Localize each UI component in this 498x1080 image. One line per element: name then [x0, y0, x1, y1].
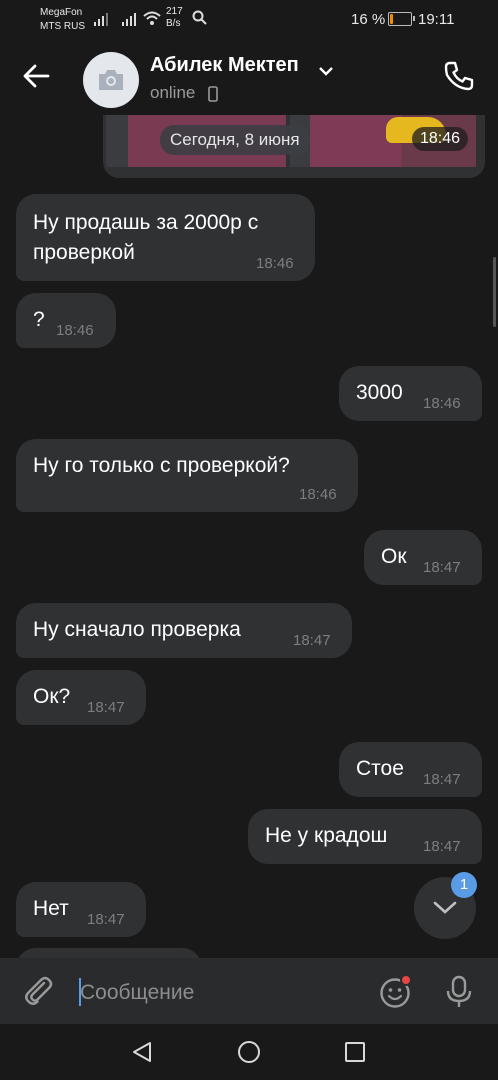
message-time: 18:46 — [423, 395, 461, 412]
sticker-icon[interactable] — [379, 975, 413, 1009]
message-time: 18:47 — [423, 838, 461, 855]
speed-value: 217 — [166, 6, 183, 17]
message-bubble-outgoing[interactable]: Не у крадош 18:47 — [248, 809, 482, 864]
message-text: Ок? — [33, 685, 71, 708]
media-time: 18:46 — [412, 127, 469, 151]
message-text: проверкой — [33, 241, 135, 264]
message-bubble-incoming[interactable] — [16, 948, 202, 958]
message-input[interactable] — [80, 980, 360, 1006]
message-time: 18:46 — [56, 322, 94, 339]
chevron-down-icon[interactable] — [319, 66, 333, 76]
message-text: Ну го только с проверкой? — [33, 454, 290, 477]
message-text: Не у крадош — [265, 824, 388, 847]
message-composer — [0, 958, 498, 1024]
message-text: Ок — [381, 545, 407, 568]
message-bubble-incoming[interactable]: ? 18:46 — [16, 293, 116, 348]
message-time: 18:47 — [87, 911, 125, 928]
message-text: ? — [33, 308, 45, 331]
camera-icon — [99, 70, 123, 90]
message-bubble-incoming[interactable]: Ну го только с проверкой? 18:46 — [16, 439, 358, 512]
message-bubble-outgoing[interactable]: Ок 18:47 — [364, 530, 482, 585]
clock: 19:11 — [418, 11, 455, 28]
message-time: 18:47 — [87, 699, 125, 716]
date-separator: Сегодня, 8 июня — [160, 125, 310, 155]
scrollbar[interactable] — [493, 257, 496, 327]
back-arrow-icon[interactable] — [22, 62, 50, 90]
network-speed: 217 B/s — [166, 6, 183, 30]
paperclip-icon[interactable] — [24, 976, 56, 1008]
nav-back-icon[interactable] — [131, 1041, 153, 1063]
phone-call-icon[interactable] — [443, 60, 475, 92]
message-text: Ну продашь за 2000р с — [33, 211, 259, 234]
message-time: 18:46 — [299, 486, 337, 503]
microphone-icon[interactable] — [445, 975, 473, 1009]
nav-recents-icon[interactable] — [345, 1042, 365, 1062]
carrier-1: MegaFon — [40, 7, 83, 18]
message-time: 18:47 — [423, 559, 461, 576]
message-time: 18:47 — [423, 771, 461, 788]
chevron-down-icon — [433, 901, 457, 914]
message-bubble-outgoing[interactable]: 3000 18:46 — [339, 366, 482, 421]
message-text: Стое — [356, 757, 404, 780]
message-bubble-incoming[interactable]: Нет 18:47 — [16, 882, 146, 937]
message-bubble-incoming[interactable]: Ну сначало проверка 18:47 — [16, 603, 352, 658]
search-icon — [192, 10, 207, 25]
wifi-icon — [143, 11, 161, 25]
message-bubble-outgoing[interactable]: Стое 18:47 — [339, 742, 482, 797]
battery-icon — [388, 12, 415, 26]
message-time: 18:47 — [293, 632, 331, 649]
unread-count-badge: 1 — [451, 872, 477, 898]
battery-percent: 16 % — [351, 11, 386, 28]
nav-home-icon[interactable] — [238, 1041, 260, 1063]
online-status: online — [150, 83, 196, 102]
chat-title[interactable]: Абилек Мектеп — [150, 54, 299, 77]
message-text: Нет — [33, 897, 69, 920]
system-navigation-bar — [0, 1024, 498, 1080]
message-bubble-incoming[interactable]: Ок? 18:47 — [16, 670, 146, 725]
avatar[interactable] — [83, 52, 139, 108]
message-time: 18:46 — [256, 255, 294, 272]
speed-unit: B/s — [166, 18, 181, 29]
message-text: Ну сначало проверка — [33, 618, 241, 641]
status-bar: MegaFon MTS RUS 217 B/s 16 % 19:11 — [0, 0, 498, 40]
carrier-2: MTS RUS — [40, 21, 85, 32]
message-bubble-incoming[interactable]: Ну продашь за 2000р с проверкой 18:46 — [16, 194, 315, 281]
signal-icon — [122, 13, 136, 26]
mobile-device-icon — [208, 86, 218, 102]
message-list[interactable]: 18:46 Сегодня, 8 июня Ну продашь за 2000… — [0, 115, 498, 958]
signal-icon — [94, 13, 108, 26]
message-text: 3000 — [356, 381, 403, 404]
carrier-names: MegaFon MTS RUS — [40, 6, 85, 34]
chat-header: Абилек Мектеп online — [0, 40, 498, 115]
